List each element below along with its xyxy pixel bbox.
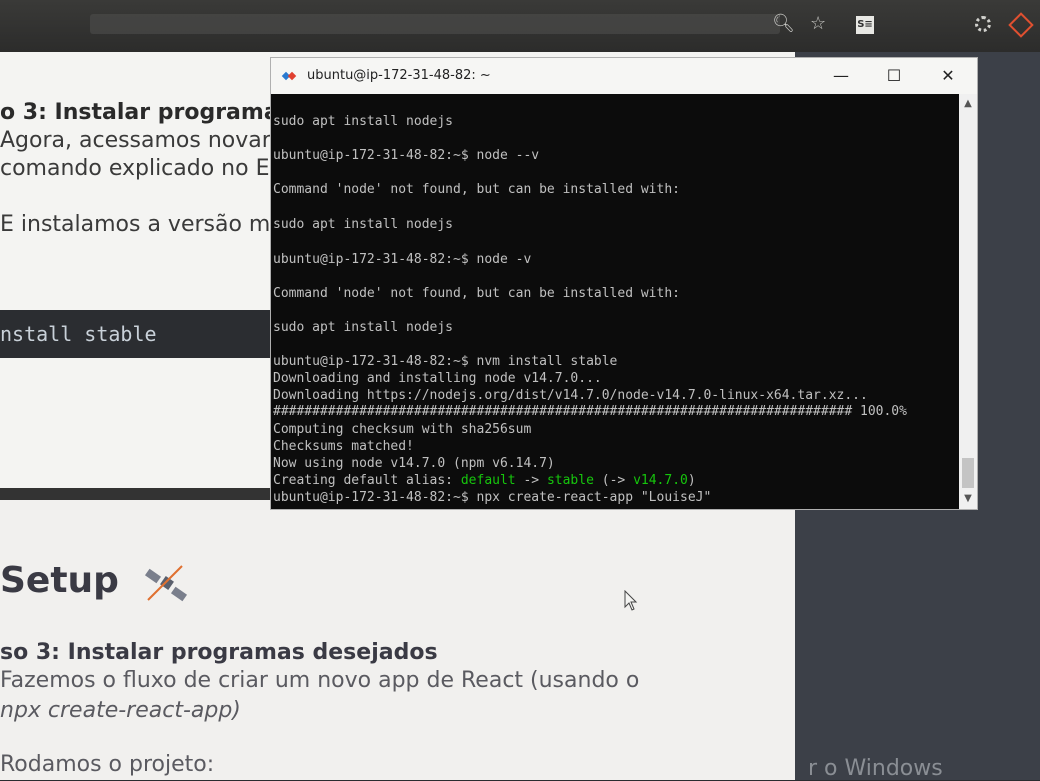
- terminal-line: sudo apt install nodejs: [273, 320, 454, 335]
- maximize-button[interactable]: ☐: [879, 64, 909, 88]
- shield-icon[interactable]: [1008, 12, 1034, 38]
- address-bar[interactable]: [90, 14, 780, 34]
- terminal-line: Checksums matched!: [273, 439, 414, 454]
- alias-paren-open: (->: [593, 473, 634, 488]
- paragraph: comando explicado no E: [0, 156, 270, 181]
- scroll-up-icon[interactable]: ▲: [959, 96, 977, 112]
- terminal-output[interactable]: sudo apt install nodejs ubuntu@ip-172-31…: [271, 94, 959, 509]
- code-text: nstall stable: [0, 322, 157, 346]
- terminal-line: Computing checksum with sha256sum: [273, 422, 532, 437]
- terminal-line: Downloading and installing node v14.7.0.…: [273, 371, 602, 386]
- windows-watermark: r o Windows: [808, 756, 943, 781]
- paragraph: Fazemos o fluxo de criar um novo app de …: [0, 668, 640, 693]
- browser-toolbar: 🔍︎ ☆ S≡: [0, 0, 1040, 52]
- extension-icon[interactable]: [975, 16, 991, 32]
- step-heading: o 3: Instalar programas: [0, 100, 292, 125]
- terminal-line: Command 'node' not found, but can be ins…: [273, 182, 680, 197]
- terminal-window[interactable]: ubuntu@ip-172-31-48-82: ~ — ☐ ✕ sudo apt…: [270, 57, 978, 510]
- terminal-scrollbar[interactable]: ▲ ▼: [959, 94, 977, 509]
- search-icon[interactable]: 🔍︎: [772, 14, 795, 34]
- terminal-prompt-line: ubuntu@ip-172-31-48-82:~$ npx create-rea…: [273, 490, 712, 505]
- alias-label: Creating default alias:: [273, 473, 461, 488]
- terminal-titlebar[interactable]: ubuntu@ip-172-31-48-82: ~ — ☐ ✕: [271, 58, 977, 94]
- terminal-line: ubuntu@ip-172-31-48-82:~$ node --v: [273, 148, 540, 163]
- alias-default: default: [460, 473, 516, 488]
- step-heading: so 3: Instalar programas desejados: [0, 640, 438, 665]
- terminal-line: ubuntu@ip-172-31-48-82:~$ node -v: [273, 252, 532, 267]
- reader-mode-icon[interactable]: S≡: [856, 16, 874, 34]
- terminal-progress-line: ########################################…: [273, 404, 907, 419]
- minimize-button[interactable]: —: [826, 64, 856, 88]
- terminal-title: ubuntu@ip-172-31-48-82: ~: [307, 68, 491, 83]
- paragraph: E instalamos a versão m: [0, 212, 271, 237]
- scrollbar-thumb[interactable]: [962, 458, 974, 488]
- terminal-line: ubuntu@ip-172-31-48-82:~$ nvm install st…: [273, 354, 618, 369]
- alias-paren-close: ): [687, 473, 696, 488]
- star-icon[interactable]: ☆: [810, 14, 826, 34]
- scroll-down-icon[interactable]: ▼: [959, 491, 977, 507]
- paragraph: Rodamos o projeto:: [0, 752, 215, 777]
- mouse-cursor-icon: [624, 590, 638, 611]
- satellite-icon: [144, 565, 188, 602]
- close-button[interactable]: ✕: [933, 64, 963, 88]
- terminal-alias-line: Creating default alias: default -> stabl…: [273, 473, 696, 489]
- paragraph: Agora, acessamos novar: [0, 128, 271, 153]
- alias-version: v14.7.0: [633, 473, 688, 488]
- terminal-line: Downloading https://nodejs.org/dist/v14.…: [273, 388, 868, 403]
- putty-icon: [281, 71, 297, 81]
- terminal-line: Now using node v14.7.0 (npm v6.14.7): [273, 456, 555, 471]
- section-title: Setup: [0, 560, 119, 601]
- terminal-line: sudo apt install nodejs: [273, 114, 454, 129]
- paragraph: npx create-react-app): [0, 698, 241, 723]
- terminal-line: Command 'node' not found, but can be ins…: [273, 286, 680, 301]
- terminal-line: sudo apt install nodejs: [273, 217, 454, 232]
- alias-stable: stable: [546, 473, 594, 488]
- alias-arrow: ->: [515, 473, 547, 488]
- section-title-text: Setup: [0, 560, 119, 601]
